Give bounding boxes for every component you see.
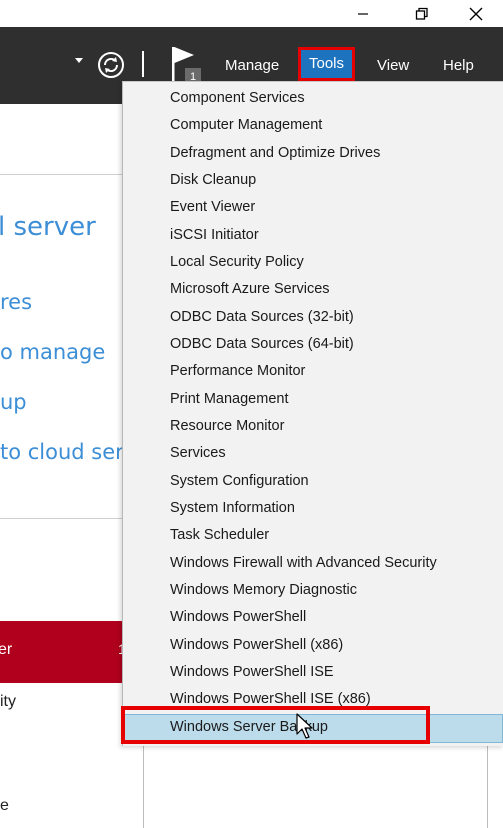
panel-border <box>487 745 488 828</box>
menu-item-print-management[interactable]: Print Management <box>170 386 500 413</box>
highlight-box <box>121 706 430 744</box>
menu-item-system-configuration[interactable]: System Configuration <box>170 468 500 495</box>
menu-item-local-security-policy[interactable]: Local Security Policy <box>170 249 500 276</box>
menu-item-disk-cleanup[interactable]: Disk Cleanup <box>170 167 500 194</box>
title-bar <box>0 0 503 27</box>
quick-link-group[interactable]: up <box>0 390 27 414</box>
menu-item-azure-services[interactable]: Microsoft Azure Services <box>170 276 500 303</box>
tile-item[interactable]: ity <box>0 693 16 711</box>
menu-item-powershell-ise[interactable]: Windows PowerShell ISE <box>170 659 500 686</box>
minimize-icon <box>358 12 368 15</box>
menu-item-component-services[interactable]: Component Services <box>170 85 500 112</box>
quick-link-cloud[interactable]: to cloud serv <box>0 440 123 464</box>
menu-item-defragment[interactable]: Defragment and Optimize Drives <box>170 140 500 167</box>
header-separator <box>142 51 144 77</box>
menu-item-powershell-x86[interactable]: Windows PowerShell (x86) <box>170 632 500 659</box>
divider <box>0 518 123 519</box>
server-tile-label: er <box>0 641 13 658</box>
menu-item-system-information[interactable]: System Information <box>170 495 500 522</box>
menu-manage[interactable]: Manage <box>225 56 279 76</box>
menu-item-computer-management[interactable]: Computer Management <box>170 112 500 139</box>
menu-help[interactable]: Help <box>443 56 474 76</box>
close-button[interactable] <box>453 0 499 27</box>
minimize-button[interactable] <box>340 0 386 27</box>
refresh-icon[interactable] <box>97 51 125 79</box>
restore-icon <box>415 7 428 20</box>
menu-item-powershell[interactable]: Windows PowerShell <box>170 604 500 631</box>
menu-item-services[interactable]: Services <box>170 440 500 467</box>
menu-item-event-viewer[interactable]: Event Viewer <box>170 194 500 221</box>
menu-item-iscsi-initiator[interactable]: iSCSI Initiator <box>170 222 500 249</box>
menu-item-memory-diagnostic[interactable]: Windows Memory Diagnostic <box>170 577 500 604</box>
menu-item-windows-firewall[interactable]: Windows Firewall with Advanced Security <box>170 550 500 577</box>
tile-item[interactable]: e <box>0 797 9 815</box>
restore-button[interactable] <box>399 0 445 27</box>
selected-server-tile[interactable]: er 1 <box>0 621 123 683</box>
menu-item-performance-monitor[interactable]: Performance Monitor <box>170 358 500 385</box>
close-icon <box>469 7 483 20</box>
mouse-pointer-icon <box>296 713 313 739</box>
menu-item-odbc-64[interactable]: ODBC Data Sources (64-bit) <box>170 331 500 358</box>
quick-link-roles[interactable]: res <box>0 290 32 314</box>
dashboard-background: l server res o manage up to cloud serv e… <box>0 104 123 828</box>
menu-item-odbc-32[interactable]: ODBC Data Sources (32-bit) <box>170 304 500 331</box>
menu-item-resource-monitor[interactable]: Resource Monitor <box>170 413 500 440</box>
background-panel <box>143 745 503 828</box>
menu-tools[interactable]: Tools <box>298 47 355 81</box>
menu-view[interactable]: View <box>377 56 409 76</box>
notifications-flag-icon[interactable]: 1 <box>170 45 206 85</box>
welcome-title: l server <box>0 212 96 242</box>
quick-link-manage[interactable]: o manage <box>0 340 105 364</box>
divider <box>0 174 123 175</box>
dropdown-arrow-icon[interactable] <box>75 58 83 63</box>
menu-item-task-scheduler[interactable]: Task Scheduler <box>170 522 500 549</box>
